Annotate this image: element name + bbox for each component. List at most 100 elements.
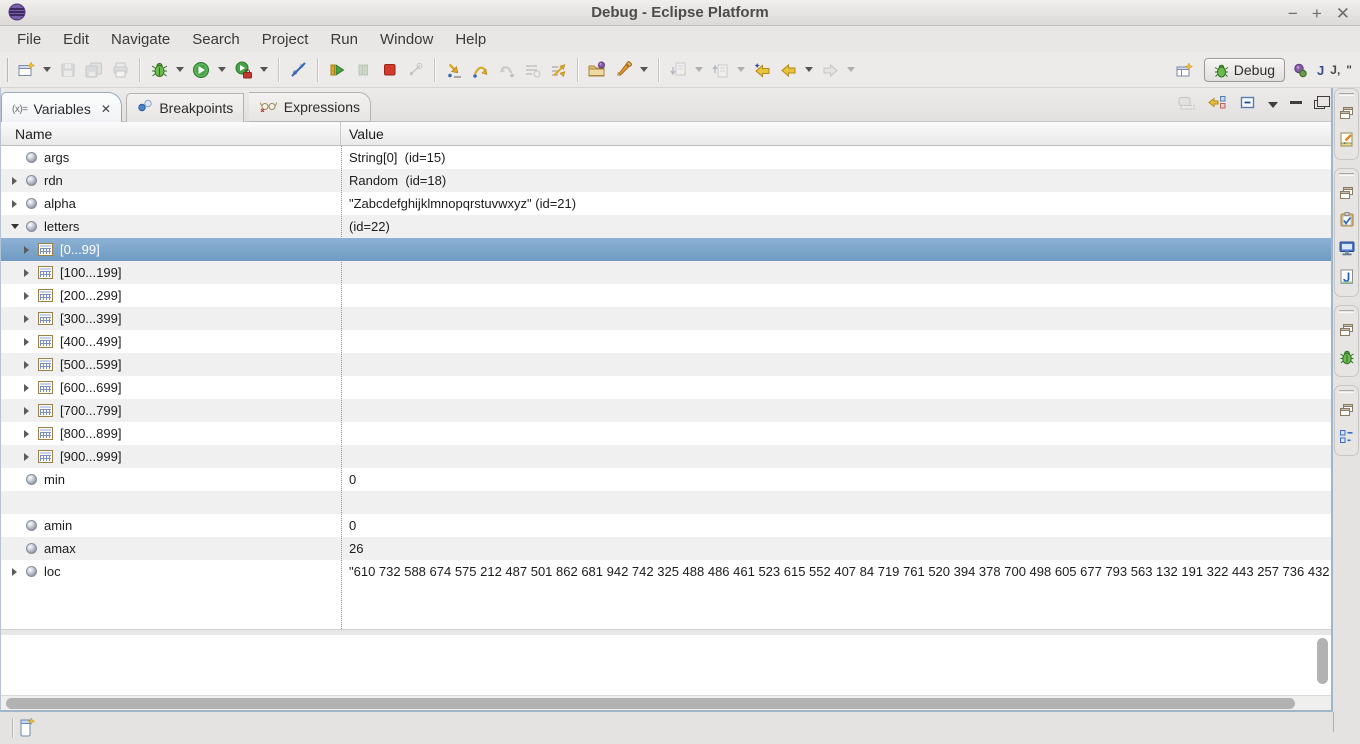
step-return-button[interactable] xyxy=(493,56,519,84)
search-highlight-button[interactable] xyxy=(610,56,636,84)
array-partition-row[interactable]: [100...199] xyxy=(1,261,1331,284)
expander-icon[interactable] xyxy=(8,568,21,576)
detail-vertical-scrollbar[interactable] xyxy=(1317,638,1328,684)
minimize-view-icon[interactable] xyxy=(1290,101,1302,104)
skip-all-breakpoints-button[interactable] xyxy=(285,56,311,84)
expander-icon[interactable] xyxy=(20,269,33,277)
maximize-view-icon[interactable] xyxy=(1314,100,1325,109)
javadoc-icon[interactable] xyxy=(1340,269,1354,290)
array-partition-row[interactable]: [300...399] xyxy=(1,307,1331,330)
variable-row[interactable]: amax26 xyxy=(1,537,1331,560)
restore-icon[interactable] xyxy=(1340,403,1353,421)
back-button[interactable] xyxy=(775,56,801,84)
variable-row[interactable]: rdnRandom (id=18) xyxy=(1,169,1331,192)
next-annotation-dropdown[interactable] xyxy=(695,67,703,72)
collapse-all-icon[interactable] xyxy=(1239,95,1256,115)
menu-item-help[interactable]: Help xyxy=(444,29,497,50)
menu-item-file[interactable]: File xyxy=(6,29,52,50)
expander-icon[interactable] xyxy=(8,224,21,229)
menu-item-project[interactable]: Project xyxy=(251,29,320,50)
forward-dropdown[interactable] xyxy=(847,67,855,72)
debug-perspective-button[interactable]: Debug xyxy=(1204,58,1285,82)
new-wizard-dropdown[interactable] xyxy=(43,67,51,72)
last-edit-location-button[interactable] xyxy=(749,56,775,84)
back-dropdown[interactable] xyxy=(805,67,813,72)
minimize-button[interactable]: − xyxy=(1288,5,1298,22)
open-perspective-button[interactable] xyxy=(1172,56,1198,84)
java-browsing-perspective-label[interactable]: J, xyxy=(1330,63,1340,77)
variable-row[interactable]: letters(id=22) xyxy=(1,215,1331,238)
debug-dropdown[interactable] xyxy=(176,67,184,72)
close-button[interactable]: ✕ xyxy=(1336,5,1350,22)
save-button[interactable] xyxy=(55,56,81,84)
clipped-perspective-label[interactable]: " xyxy=(1346,63,1352,77)
open-task-button[interactable] xyxy=(584,56,610,84)
variable-row[interactable]: alpha"Zabcdefghijklmnopqrstuvwxyz" (id=2… xyxy=(1,192,1331,215)
variable-row[interactable]: min0 xyxy=(1,468,1331,491)
expander-icon[interactable] xyxy=(20,292,33,300)
java-perspective-label[interactable]: J xyxy=(1317,63,1324,78)
expander-icon[interactable] xyxy=(8,200,21,208)
detail-horizontal-scrollbar[interactable] xyxy=(6,698,1295,709)
expander-icon[interactable] xyxy=(20,361,33,369)
save-all-button[interactable] xyxy=(81,56,107,84)
use-step-filters-button[interactable] xyxy=(545,56,571,84)
variable-row[interactable]: argsString[0] (id=15) xyxy=(1,146,1331,169)
detail-pane[interactable] xyxy=(1,635,1331,710)
fast-view-icon[interactable] xyxy=(20,717,36,743)
view-menu-icon[interactable] xyxy=(1268,102,1278,108)
array-partition-row[interactable]: [400...499] xyxy=(1,330,1331,353)
debug-button[interactable] xyxy=(146,56,172,84)
debug-view-icon[interactable] xyxy=(1339,349,1355,370)
expander-icon[interactable] xyxy=(20,453,33,461)
array-partition-row[interactable]: [700...799] xyxy=(1,399,1331,422)
column-divider[interactable] xyxy=(341,146,342,629)
trim-drag-handle[interactable] xyxy=(1339,93,1354,96)
previous-annotation-dropdown[interactable] xyxy=(737,67,745,72)
menu-item-search[interactable]: Search xyxy=(181,29,251,50)
run-external-tools-dropdown[interactable] xyxy=(260,67,268,72)
new-wizard-button[interactable] xyxy=(13,56,39,84)
tab-breakpoints[interactable]: Breakpoints xyxy=(126,93,244,123)
console-icon[interactable] xyxy=(1339,241,1355,261)
variable-row[interactable]: amin0 xyxy=(1,514,1331,537)
tab-close-icon[interactable]: ✕ xyxy=(101,102,111,116)
run-button[interactable] xyxy=(188,56,214,84)
restore-icon[interactable] xyxy=(1340,323,1353,341)
expander-icon[interactable] xyxy=(20,407,33,415)
run-external-tools-button[interactable] xyxy=(230,56,256,84)
outline-icon[interactable] xyxy=(1339,429,1354,449)
link-with-debug-icon[interactable] xyxy=(1208,95,1227,115)
previous-annotation-button[interactable] xyxy=(707,56,733,84)
show-execution-point-button[interactable] xyxy=(519,56,545,84)
tab-variables[interactable]: (x)= Variables ✕ xyxy=(1,92,122,126)
step-over-button[interactable] xyxy=(467,56,493,84)
search-highlight-dropdown[interactable] xyxy=(640,67,648,72)
column-header-name[interactable]: Name xyxy=(1,122,341,145)
restore-icon[interactable] xyxy=(1340,106,1353,124)
menu-item-edit[interactable]: Edit xyxy=(52,29,100,50)
expander-icon[interactable] xyxy=(20,384,33,392)
column-header-value[interactable]: Value xyxy=(341,122,1331,145)
detail-horizontal-scrollbar-track[interactable] xyxy=(1,695,1331,710)
forward-button[interactable] xyxy=(817,56,843,84)
array-partition-row[interactable]: [200...299] xyxy=(1,284,1331,307)
step-into-button[interactable] xyxy=(441,56,467,84)
tasks-icon[interactable] xyxy=(1339,212,1355,233)
trim-drag-handle[interactable] xyxy=(1339,390,1354,393)
next-annotation-button[interactable] xyxy=(665,56,691,84)
restore-icon[interactable] xyxy=(1340,186,1353,204)
trim-drag-handle[interactable] xyxy=(1339,310,1354,313)
print-button[interactable] xyxy=(107,56,133,84)
tab-expressions[interactable]: Expressions xyxy=(249,92,371,122)
terminate-button[interactable] xyxy=(376,56,402,84)
show-logical-structure-icon[interactable] xyxy=(1178,96,1196,115)
trim-drag-handle[interactable] xyxy=(1339,173,1354,176)
menu-item-run[interactable]: Run xyxy=(319,29,369,50)
expander-icon[interactable] xyxy=(8,177,21,185)
array-partition-row[interactable]: [500...599] xyxy=(1,353,1331,376)
expander-icon[interactable] xyxy=(20,338,33,346)
menu-item-window[interactable]: Window xyxy=(369,29,444,50)
array-partition-row[interactable]: [800...899] xyxy=(1,422,1331,445)
array-partition-row[interactable]: [900...999] xyxy=(1,445,1331,468)
